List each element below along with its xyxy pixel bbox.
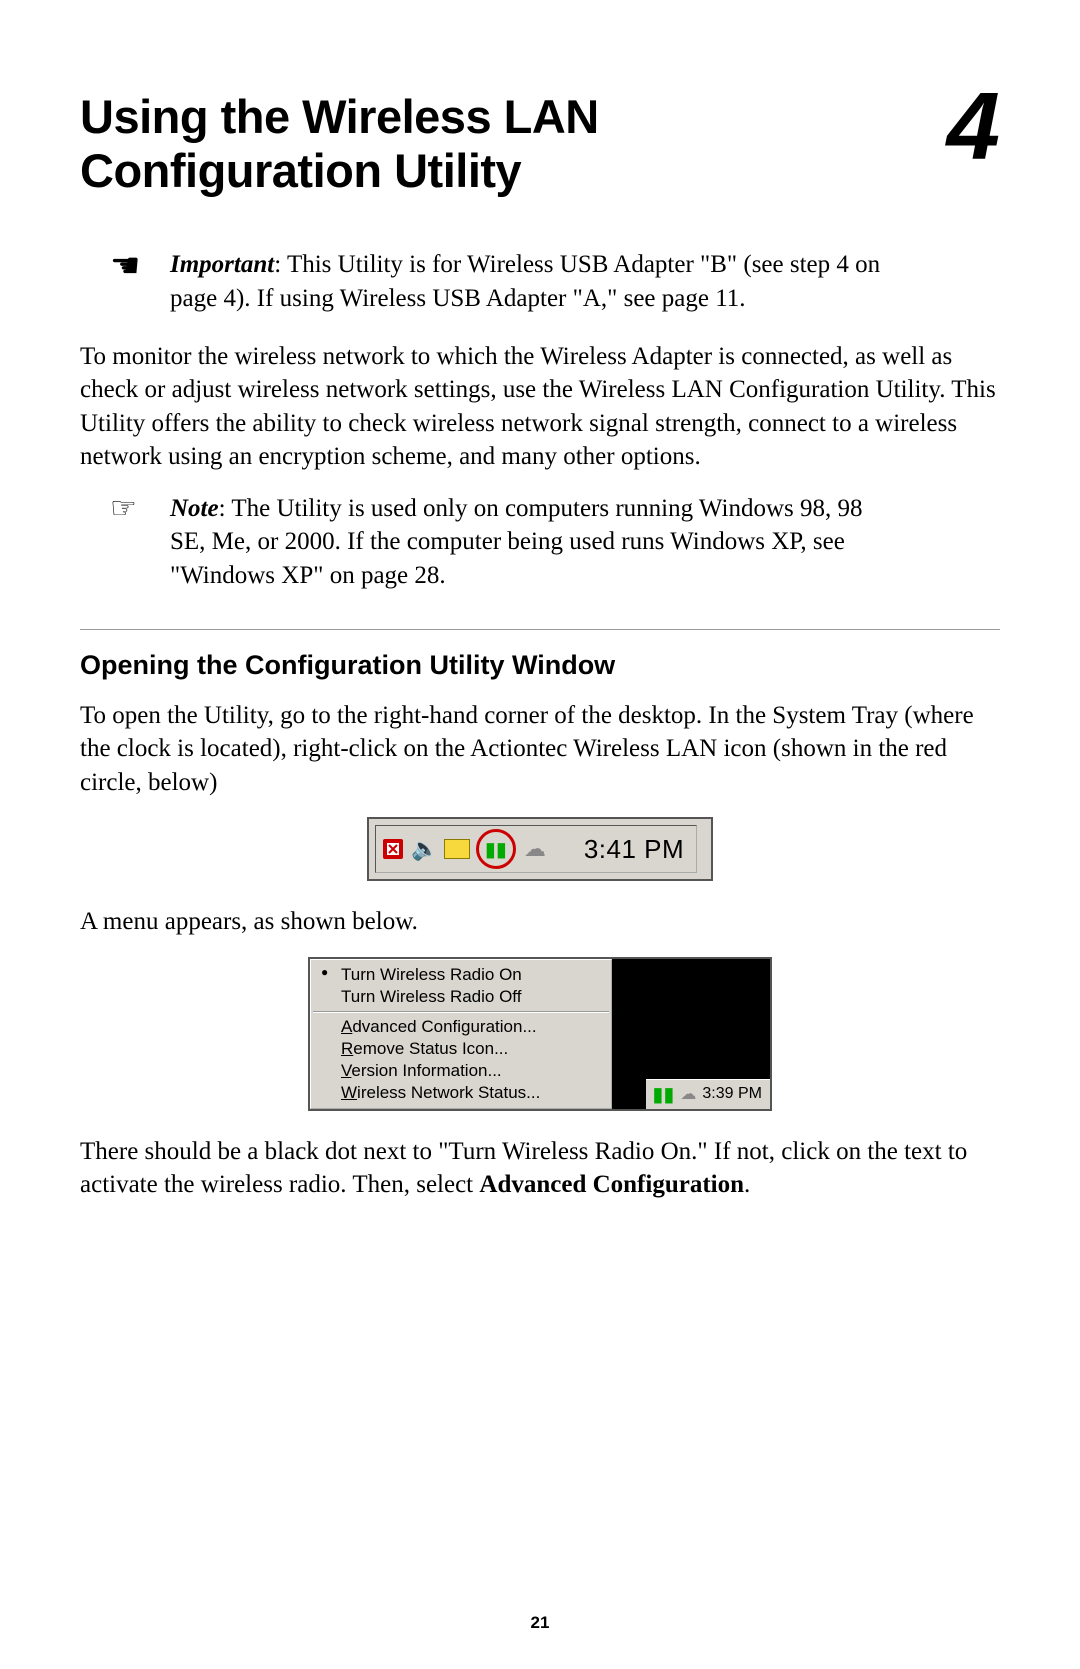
menu-rest-r: emove Status Icon... xyxy=(353,1039,508,1058)
cloud-icon: ☁ xyxy=(522,836,548,862)
context-menu-figure: Turn Wireless Radio On Turn Wireless Rad… xyxy=(80,957,1000,1111)
mini-tray: ▮▮ ☁ 3:39 PM xyxy=(646,1079,770,1109)
note-body: Note: The Utility is used only on comput… xyxy=(170,492,900,593)
menu-item-advanced-config[interactable]: Advanced Configuration... xyxy=(311,1016,611,1038)
section-separator xyxy=(80,629,1000,630)
chapter-number: 4 xyxy=(947,84,1000,170)
mini-cloud-icon: ☁ xyxy=(680,1084,696,1104)
menu-separator xyxy=(313,1011,609,1013)
volume-icon: 🔈 xyxy=(412,836,438,862)
battery-icon xyxy=(444,836,470,862)
chapter-title-line2: Configuration Utility xyxy=(80,144,521,197)
mini-signal-icon: ▮▮ xyxy=(652,1082,674,1107)
open-utility-paragraph: To open the Utility, go to the right-han… xyxy=(80,699,1000,800)
desktop-black-area: ▮▮ ☁ 3:39 PM xyxy=(612,959,770,1109)
important-callout: ☚ Important: This Utility is for Wireles… xyxy=(110,248,1000,316)
menu-item-radio-off[interactable]: Turn Wireless Radio Off xyxy=(311,986,611,1008)
menu-accel-v: V xyxy=(341,1061,351,1080)
menu-item-radio-on[interactable]: Turn Wireless Radio On xyxy=(311,964,611,986)
menu-item-remove-status[interactable]: Remove Status Icon... xyxy=(311,1038,611,1060)
note-hand-icon: ☞ xyxy=(110,492,170,593)
closing-paragraph: There should be a black dot next to "Tur… xyxy=(80,1135,1000,1202)
closing-bold: Advanced Configuration xyxy=(479,1171,744,1198)
system-tray-inner: 🔈 ▮▮ ☁ 3:41 PM xyxy=(375,825,697,873)
tray-icons: 🔈 ▮▮ ☁ xyxy=(380,829,564,869)
context-menu: Turn Wireless Radio On Turn Wireless Rad… xyxy=(310,959,612,1109)
chapter-header: Using the Wireless LAN Configuration Uti… xyxy=(80,90,1000,198)
wireless-lan-icon[interactable]: ▮▮ xyxy=(483,836,509,862)
note-text: : The Utility is used only on computers … xyxy=(170,495,862,590)
section-heading: Opening the Configuration Utility Window xyxy=(80,650,1000,681)
closing-post: . xyxy=(744,1171,750,1198)
intro-paragraph: To monitor the wireless network to which… xyxy=(80,340,1000,474)
after-tray-paragraph: A menu appears, as shown below. xyxy=(80,905,1000,939)
menu-accel-a: A xyxy=(341,1017,352,1036)
tray-clock: 3:41 PM xyxy=(564,834,684,865)
note-label: Note xyxy=(170,495,219,522)
system-tray: 🔈 ▮▮ ☁ 3:41 PM xyxy=(367,817,713,881)
important-body: Important: This Utility is for Wireless … xyxy=(170,248,900,316)
menu-rest-a: dvanced Configuration... xyxy=(352,1017,536,1036)
red-circle-highlight: ▮▮ xyxy=(476,829,516,869)
important-label: Important xyxy=(170,251,274,278)
context-menu-wrap: Turn Wireless Radio On Turn Wireless Rad… xyxy=(308,957,772,1111)
menu-accel-r: R xyxy=(341,1039,353,1058)
chapter-title-line1: Using the Wireless LAN xyxy=(80,90,599,143)
chapter-title: Using the Wireless LAN Configuration Uti… xyxy=(80,90,599,198)
menu-item-version-info[interactable]: Version Information... xyxy=(311,1060,611,1082)
important-text: : This Utility is for Wireless USB Adapt… xyxy=(170,251,880,312)
note-callout: ☞ Note: The Utility is used only on comp… xyxy=(110,492,1000,593)
menu-accel-w: W xyxy=(341,1083,357,1102)
page-number: 21 xyxy=(0,1613,1080,1633)
pdf-icon xyxy=(380,836,406,862)
menu-item-network-status[interactable]: Wireless Network Status... xyxy=(311,1082,611,1104)
menu-rest-w: ireless Network Status... xyxy=(357,1083,540,1102)
pointing-hand-icon: ☚ xyxy=(110,248,170,316)
menu-rest-v: ersion Information... xyxy=(351,1061,501,1080)
systray-figure: 🔈 ▮▮ ☁ 3:41 PM xyxy=(80,817,1000,881)
mini-clock: 3:39 PM xyxy=(702,1085,762,1103)
